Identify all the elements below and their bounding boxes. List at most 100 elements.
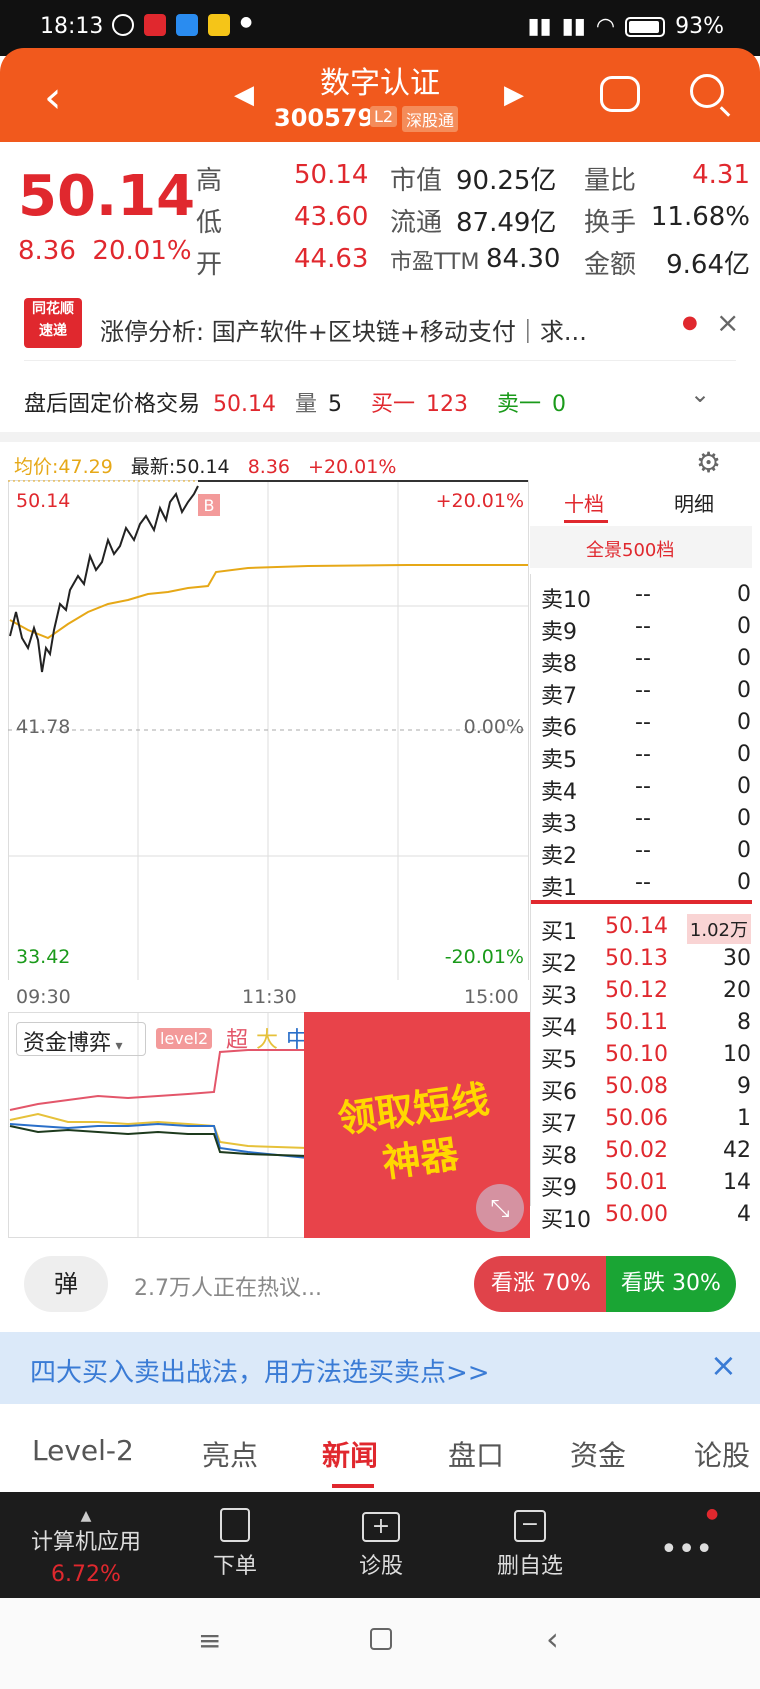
buy-marker-label: B bbox=[204, 496, 215, 515]
close-icon[interactable]: × bbox=[710, 1346, 737, 1384]
tab-ten-levels[interactable]: 十档 bbox=[564, 488, 604, 517]
y-top-price: 50.14 bbox=[16, 490, 71, 512]
back-nav-icon[interactable]: ‹ bbox=[546, 1620, 559, 1658]
app-notify-icon bbox=[208, 14, 230, 36]
vote-down-button[interactable]: 看跌 30% bbox=[606, 1256, 736, 1312]
last-price: 50.14 bbox=[18, 164, 196, 229]
search-icon[interactable] bbox=[690, 74, 724, 108]
amount-value: 9.64亿 bbox=[666, 250, 750, 280]
tab-forum[interactable]: 论股 bbox=[694, 1434, 750, 1474]
level2-badge: level2 bbox=[156, 1028, 213, 1049]
diagnose-button[interactable]: + 诊股 bbox=[346, 1508, 416, 1580]
low-value: 43.60 bbox=[294, 202, 369, 232]
strategy-banner[interactable]: 四大买入卖出战法，用方法选买卖点>> × bbox=[0, 1332, 760, 1404]
medium-line bbox=[9, 1122, 309, 1159]
mcap-value: 90.25亿 bbox=[456, 166, 557, 196]
sgt-badge: 深股通 bbox=[402, 106, 459, 132]
chevron-down-icon[interactable]: ⌄ bbox=[690, 380, 710, 408]
remove-watchlist-button[interactable]: − 删自选 bbox=[490, 1508, 570, 1580]
sector-button[interactable]: ▲ 计算机应用 6.72% bbox=[26, 1508, 146, 1587]
caret-up-icon: ▲ bbox=[80, 1508, 92, 1524]
next-stock-icon[interactable]: ▶ bbox=[504, 80, 524, 110]
sell-row: 卖3 -- 0 bbox=[541, 806, 751, 837]
time-mid: 11:30 bbox=[242, 986, 297, 1008]
tonghuashun-logo: 同花顺 速递 bbox=[24, 298, 82, 348]
full-depth-bar[interactable]: 全景500档 bbox=[530, 526, 752, 568]
status-time: 18:13 bbox=[40, 14, 104, 39]
barrage-button[interactable]: 弹 bbox=[24, 1256, 108, 1312]
ad-text: 领取短线 神器 bbox=[335, 1076, 492, 1186]
buy-row: 买9 50.01 14 bbox=[541, 1170, 751, 1201]
bottom-toolbar: ▲ 计算机应用 6.72% 下单 + 诊股 − 删自选 ••• ● bbox=[0, 1492, 760, 1598]
gear-icon[interactable]: ⚙ bbox=[696, 446, 721, 479]
sell-row: 卖6 -- 0 bbox=[541, 710, 751, 741]
signal-icon: ▮▮ bbox=[561, 14, 586, 39]
sell-row: 卖4 -- 0 bbox=[541, 774, 751, 805]
buy-row: 买4 50.11 8 bbox=[541, 1010, 751, 1041]
after-hours-trading[interactable]: 盘后固定价格交易 50.14 量 5 买一 123 卖一 0 bbox=[24, 386, 566, 418]
sell-row: 卖7 -- 0 bbox=[541, 678, 751, 709]
y-mid-pct: 0.00% bbox=[463, 716, 524, 738]
intraday-chart[interactable]: B 50.14 +20.01% 41.78 0.00% 33.42 -20.01… bbox=[8, 480, 530, 981]
chart-header: 均价:47.29 最新:50.14 8.36 +20.01% bbox=[14, 456, 397, 478]
limit-up-analysis[interactable]: 同花顺 速递 涨停分析: 国产软件+区块链+移动支付｜求... ● × bbox=[24, 298, 739, 358]
dropdown-icon: ▾ bbox=[111, 1038, 123, 1054]
robot-icon[interactable] bbox=[600, 76, 640, 112]
float-value: 87.49亿 bbox=[456, 208, 557, 238]
pe-label: 市盈TTM bbox=[390, 250, 480, 275]
menu-icon[interactable]: ≡ bbox=[198, 1624, 221, 1657]
app-notify-icon bbox=[176, 14, 198, 36]
tab-news[interactable]: 新闻 bbox=[322, 1434, 378, 1474]
flow-selector[interactable]: 资金博弈 ▾ bbox=[16, 1022, 146, 1056]
avg-price-line bbox=[9, 564, 528, 640]
intraday-svg: B bbox=[8, 480, 529, 981]
y-mid-price: 41.78 bbox=[16, 716, 71, 738]
stock-name: 数字认证 bbox=[320, 66, 440, 101]
hot-discussion-text[interactable]: 2.7万人正在热议... bbox=[134, 1270, 322, 1302]
tab-level2[interactable]: Level-2 bbox=[32, 1434, 134, 1467]
stock-code: 300579 bbox=[274, 104, 375, 132]
y-bottom-pct: -20.01% bbox=[444, 946, 524, 968]
section-gap bbox=[0, 432, 760, 442]
sell-row: 卖1 -- 0 bbox=[541, 870, 751, 901]
turnover-value: 11.68% bbox=[650, 202, 750, 232]
diagnose-icon: + bbox=[362, 1512, 400, 1542]
buy-row: 买3 50.12 20 bbox=[541, 978, 751, 1009]
open-label: 开 bbox=[196, 250, 223, 280]
tab-underline bbox=[332, 1484, 374, 1488]
promo-ad[interactable]: 领取短线 神器 ⤡ bbox=[304, 1012, 530, 1238]
unread-dot-icon: ● bbox=[682, 312, 698, 333]
sell-row: 卖5 -- 0 bbox=[541, 742, 751, 773]
tab-highlights[interactable]: 亮点 bbox=[202, 1434, 258, 1474]
discussion-bar: 弹 2.7万人正在热议... bbox=[24, 1256, 322, 1312]
remove-icon: − bbox=[514, 1510, 546, 1542]
prev-stock-icon[interactable]: ◀ bbox=[234, 80, 254, 110]
tab-order-book[interactable]: 盘口 bbox=[448, 1434, 504, 1474]
more-icon[interactable]: ••• bbox=[660, 1532, 713, 1567]
order-icon bbox=[220, 1508, 250, 1542]
l2-badge: L2 bbox=[370, 106, 398, 127]
order-button[interactable]: 下单 bbox=[200, 1508, 270, 1580]
open-value: 44.63 bbox=[294, 244, 369, 274]
tab-funds[interactable]: 资金 bbox=[570, 1434, 626, 1474]
system-nav-bar: ≡ ‹ bbox=[0, 1598, 760, 1689]
buy-row: 买1 50.14 1.02万 bbox=[541, 914, 751, 946]
divider bbox=[24, 360, 736, 361]
float-label: 流通 bbox=[390, 208, 443, 238]
close-icon[interactable]: × bbox=[716, 306, 739, 339]
tab-detail[interactable]: 明细 bbox=[674, 488, 714, 517]
book-rows: 卖10 -- 0 卖9 -- 0 卖8 -- 0 卖7 -- 0 卖6 -- 0 卖5 -- 0 卖4-… bbox=[530, 574, 752, 1233]
stock-header: ‹ 数字认证 ◀ 300579 L2 深股通 ▶ bbox=[0, 48, 760, 142]
super-large-line bbox=[9, 1049, 308, 1111]
limit-up-text: 涨停分析: 国产软件+区块链+移动支付｜求... bbox=[100, 318, 587, 346]
app-notify-icon bbox=[144, 14, 166, 36]
y-top-pct: +20.01% bbox=[435, 490, 524, 512]
expand-icon[interactable]: ⤡ bbox=[476, 1184, 524, 1232]
pe-value: 84.30 bbox=[486, 244, 561, 274]
buy-row: 买6 50.08 9 bbox=[541, 1074, 751, 1105]
wifi-icon: ◠ bbox=[595, 14, 616, 39]
high-label: 高 bbox=[196, 166, 223, 196]
home-icon[interactable] bbox=[370, 1628, 392, 1650]
vote-up-button[interactable]: 看涨 70% bbox=[474, 1256, 608, 1312]
low-label: 低 bbox=[196, 208, 223, 238]
